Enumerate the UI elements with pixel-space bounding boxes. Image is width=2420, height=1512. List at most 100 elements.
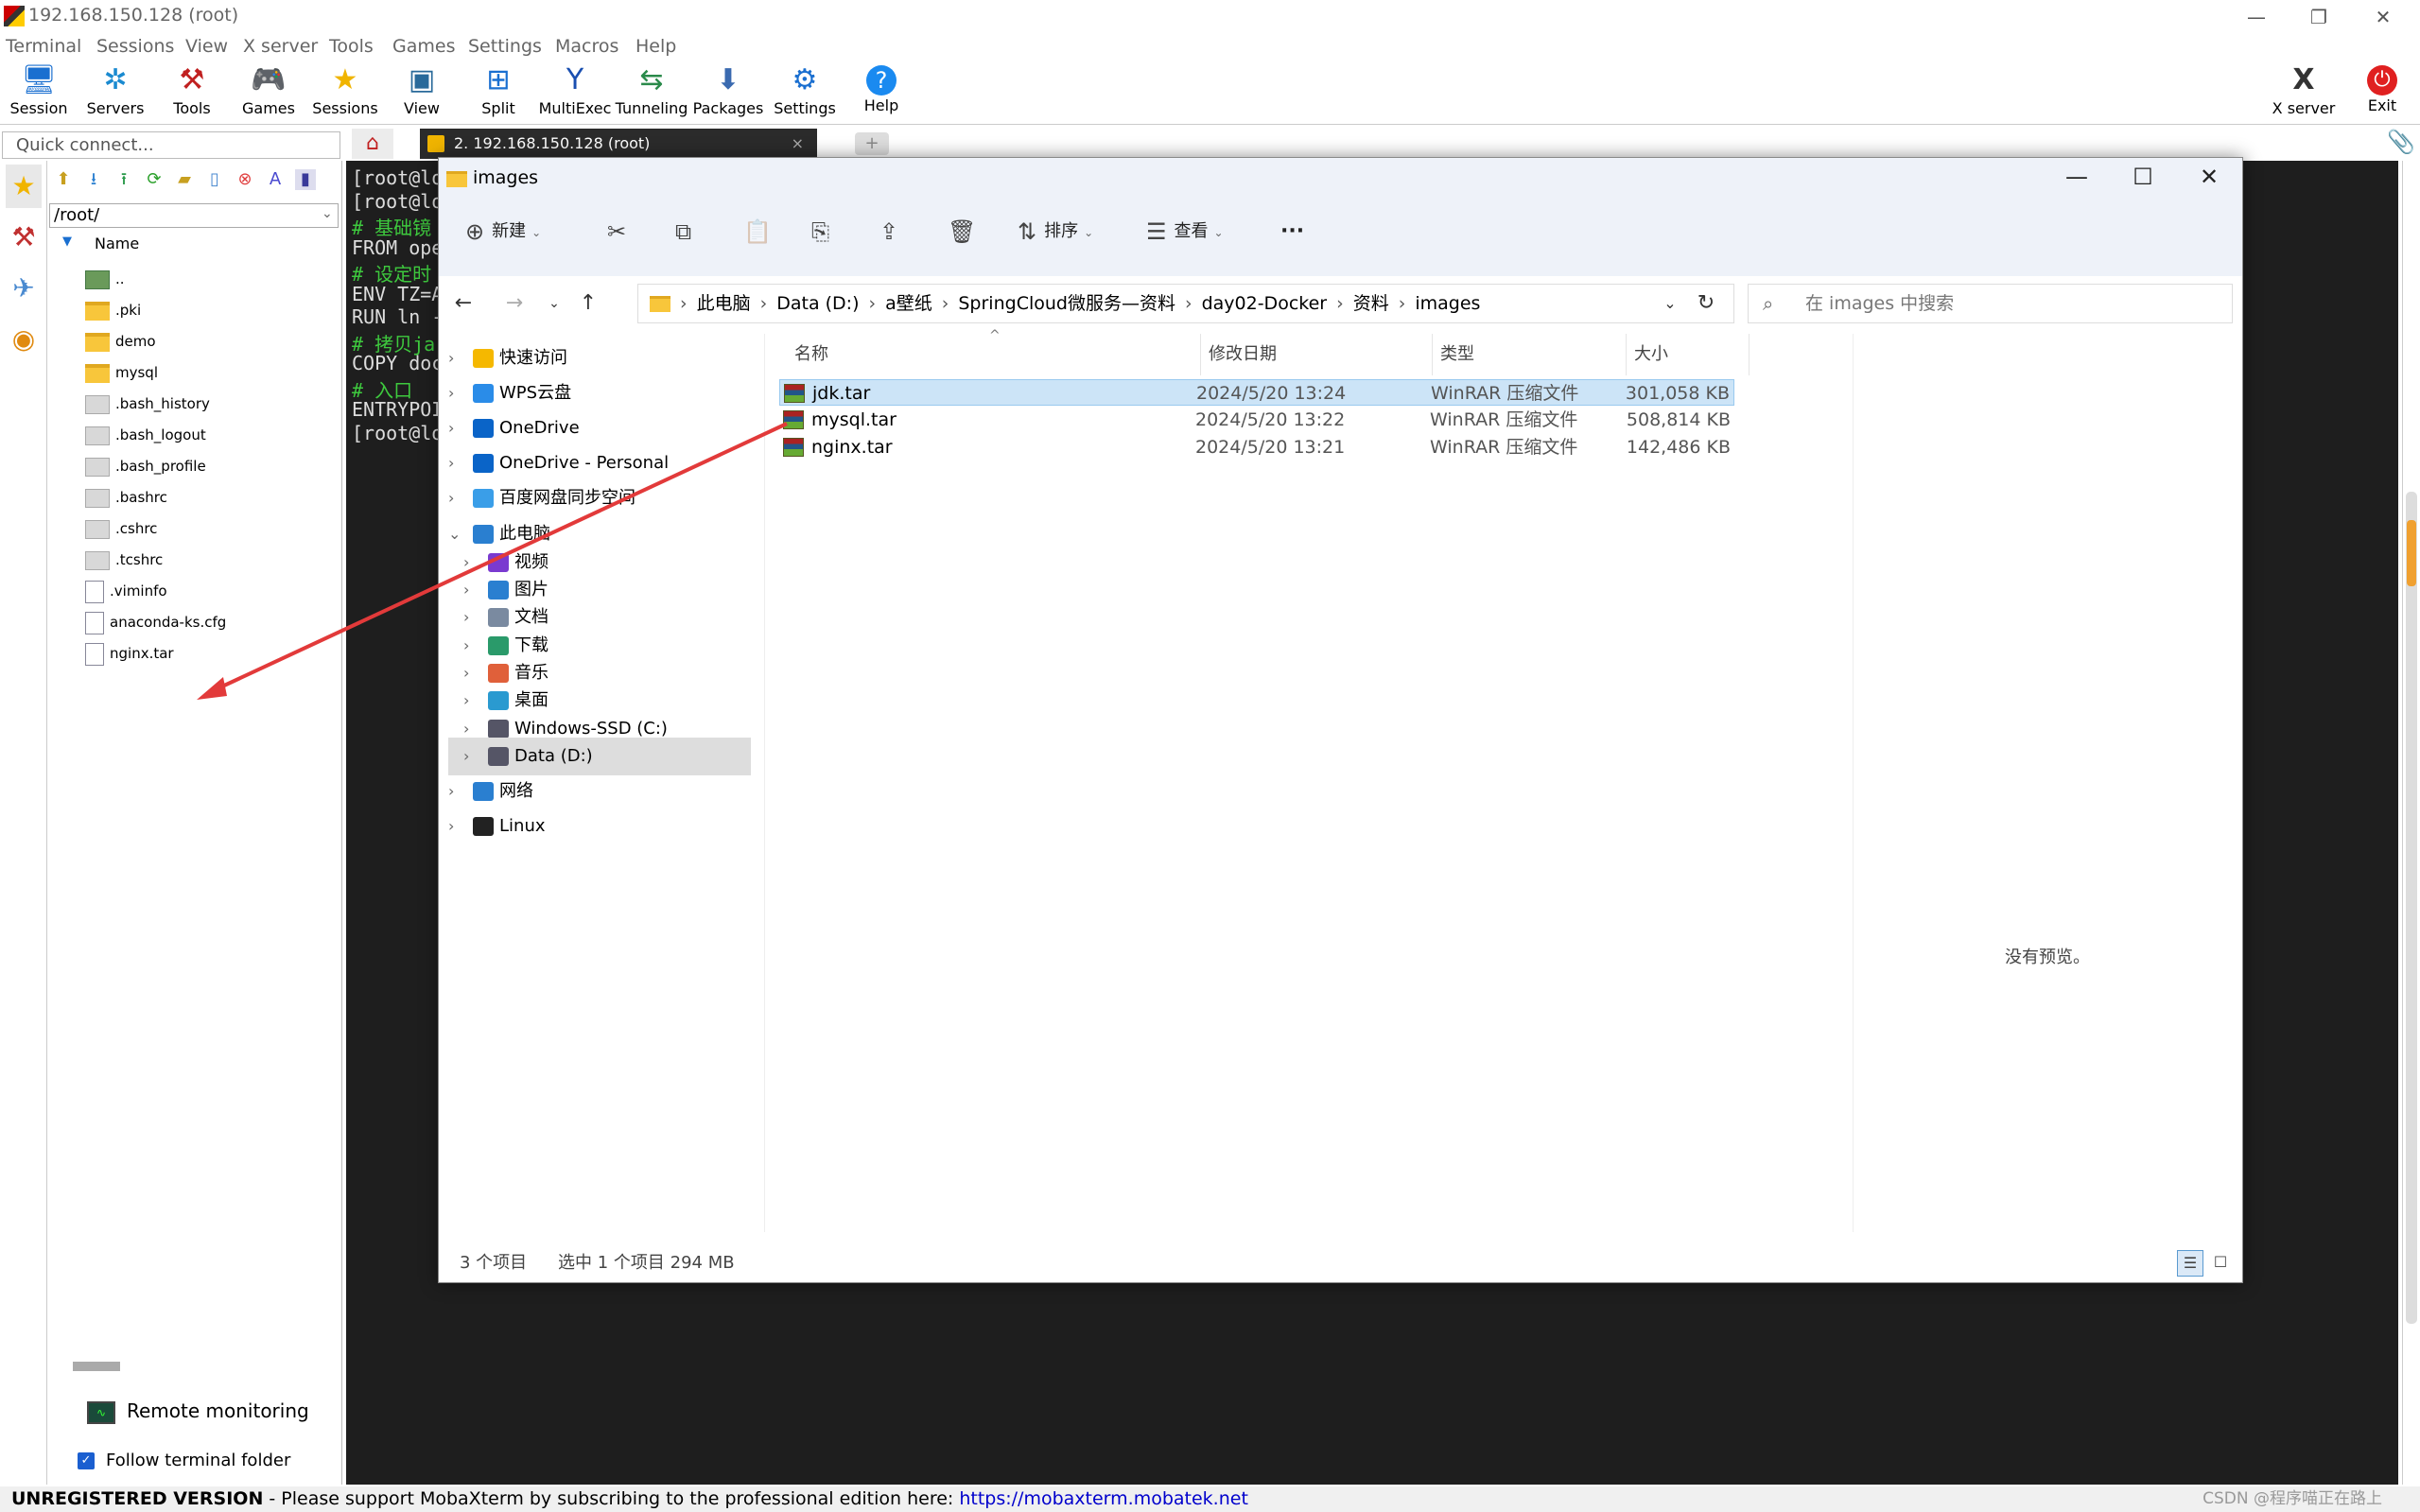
rename-button[interactable]: ⎘ — [811, 213, 837, 251]
sessions-button[interactable]: ★ Sessions — [306, 61, 384, 123]
file-row[interactable]: mysql.tar 2024/5/20 13:22 WinRAR 压缩文件 508,8… — [779, 407, 1734, 433]
breadcrumb-item[interactable]: a壁纸 — [885, 293, 932, 314]
copy-button[interactable]: ⧉ — [675, 213, 699, 251]
mobatek-link[interactable]: https://mobaxterm.mobatek.net — [959, 1488, 1248, 1509]
address-bar[interactable]: › 此电脑 › Data (D:) › a壁纸 › SpringCloud微服务—资料 › day… — [637, 284, 1734, 323]
home-tab[interactable]: ⌂ — [352, 129, 393, 159]
forward-arrow-icon[interactable]: → — [497, 287, 531, 321]
menu-xserver[interactable]: X server — [243, 34, 318, 59]
details-view-icon[interactable]: ☰ — [2177, 1250, 2203, 1277]
breadcrumb-separator-icon[interactable]: › — [869, 293, 877, 314]
chevron-right-icon[interactable]: › — [448, 374, 473, 412]
refresh-icon[interactable]: ↻ — [1689, 287, 1723, 321]
breadcrumb-item[interactable]: 此电脑 — [697, 293, 751, 314]
share-button[interactable]: ⇪ — [879, 213, 906, 251]
sessions-star-icon[interactable]: ★ — [6, 165, 42, 208]
chevron-down-icon[interactable]: ⌄ — [322, 206, 333, 221]
explorer-close-button[interactable]: ✕ — [2176, 158, 2242, 196]
terminal-scrollbar[interactable] — [2402, 161, 2420, 1485]
tools-button[interactable]: ⚒ Tools — [153, 61, 231, 123]
menu-sessions[interactable]: Sessions — [96, 34, 174, 59]
search-input[interactable]: 在 images 中搜索 — [1748, 284, 2233, 323]
view-button[interactable]: ☰ 查看 ⌄ — [1146, 213, 1224, 251]
follow-terminal-folder-checkbox[interactable]: ✓ Follow terminal folder — [78, 1447, 361, 1475]
menu-settings[interactable]: Settings — [468, 34, 542, 59]
sort-button[interactable]: ⇅ 排序 ⌄ — [1018, 213, 1093, 251]
menu-help[interactable]: Help — [635, 34, 676, 59]
nav-item[interactable]: › OneDrive - Personal — [448, 444, 751, 482]
menu-tools[interactable]: Tools — [329, 34, 374, 59]
remote-monitoring-button[interactable]: ∿ Remote monitoring — [87, 1390, 371, 1432]
file-item[interactable]: .viminfo — [85, 577, 331, 605]
send-side-icon[interactable]: ✈ — [6, 267, 42, 310]
attachment-icon[interactable]: 📎 — [2387, 129, 2415, 155]
settings-button[interactable]: ⚙ Settings — [766, 61, 844, 123]
sftp-side-icon[interactable]: ◉ — [6, 318, 42, 361]
breadcrumb-item[interactable]: Data (D:) — [776, 293, 859, 314]
breadcrumb-separator-icon[interactable]: › — [1399, 293, 1406, 314]
tiles-view-icon[interactable]: ☐ — [2207, 1250, 2234, 1277]
new-file-icon[interactable]: ▯ — [204, 169, 225, 190]
menu-terminal[interactable]: Terminal — [6, 34, 81, 59]
file-item[interactable]: .bash_profile — [85, 452, 331, 480]
download-icon[interactable]: ⭳ — [83, 169, 104, 190]
file-item[interactable]: demo — [85, 327, 331, 356]
breadcrumb-item[interactable]: images — [1415, 293, 1480, 314]
file-item[interactable]: .tcshrc — [85, 546, 331, 574]
restore-button[interactable]: ❐ — [2290, 2, 2347, 32]
breadcrumb-separator-icon[interactable]: › — [1336, 293, 1344, 314]
column-date[interactable]: 修改日期 — [1201, 334, 1433, 375]
file-item[interactable]: mysql — [85, 358, 331, 387]
rename-icon[interactable]: A — [265, 169, 286, 190]
name-column-header[interactable]: ▼ Name — [49, 235, 339, 257]
delete-icon[interactable]: ⊗ — [235, 169, 255, 190]
file-item[interactable]: .cshrc — [85, 514, 331, 543]
breadcrumb-separator-icon[interactable]: › — [942, 293, 949, 314]
file-row[interactable]: nginx.tar 2024/5/20 13:21 WinRAR 压缩文件 142,4… — [779, 434, 1734, 461]
exit-button[interactable]: ⏻ Exit — [2343, 61, 2420, 123]
chevron-right-icon[interactable]: › — [448, 808, 473, 845]
more-button[interactable]: ··· — [1280, 213, 1304, 251]
split-button[interactable]: ⊞ Split — [460, 61, 537, 123]
quick-connect-input[interactable]: Quick connect... — [2, 131, 340, 159]
file-item[interactable]: anaconda-ks.cfg — [85, 608, 331, 636]
upload-icon[interactable]: ⭱ — [113, 169, 134, 190]
breadcrumb-item[interactable]: day02-Docker — [1202, 293, 1328, 314]
tab-session-2[interactable]: 2. 192.168.150.128 (root) × — [420, 129, 817, 159]
file-item[interactable]: .bash_history — [85, 390, 331, 418]
file-item[interactable]: .bashrc — [85, 483, 331, 512]
multiexec-button[interactable]: Y MultiExec — [536, 61, 614, 123]
path-input[interactable]: /root/ — [49, 203, 339, 228]
xserver-button[interactable]: XX server — [2265, 61, 2342, 123]
breadcrumb-separator-icon[interactable]: › — [760, 293, 768, 314]
horizontal-scroll-thumb[interactable] — [73, 1362, 120, 1371]
nav-item[interactable]: › 快速访问 — [448, 339, 751, 377]
close-button[interactable]: ✕ — [2355, 2, 2411, 32]
tunneling-button[interactable]: ⇆ Tunneling — [613, 61, 690, 123]
tab-close-icon[interactable]: × — [792, 129, 804, 159]
servers-button[interactable]: ✲ Servers — [77, 61, 154, 123]
chevron-right-icon[interactable]: › — [448, 444, 473, 482]
menu-macros[interactable]: Macros — [555, 34, 618, 59]
explorer-minimize-button[interactable]: — — [2044, 158, 2110, 196]
help-button[interactable]: ? Help — [843, 61, 920, 123]
up-arrow-icon[interactable]: ↑ — [571, 287, 605, 321]
nav-item[interactable]: › Linux — [448, 808, 751, 845]
breadcrumb-separator-icon[interactable]: › — [1185, 293, 1193, 314]
games-button[interactable]: 🎮 Games — [230, 61, 307, 123]
menu-games[interactable]: Games — [392, 34, 455, 59]
paste-button[interactable]: 📋 — [743, 213, 779, 251]
packages-button[interactable]: ⬇ Packages — [689, 61, 767, 123]
chevron-right-icon[interactable]: › — [448, 339, 473, 377]
terminal-link-icon[interactable]: ▮ — [295, 169, 316, 190]
explorer-maximize-button[interactable]: ☐ — [2110, 158, 2176, 196]
delete-button[interactable]: 🗑 — [948, 213, 984, 251]
new-button[interactable]: ⊕ 新建 ⌄ — [465, 213, 541, 251]
recent-chevron-icon[interactable]: ⌄ — [537, 287, 571, 321]
minimize-button[interactable]: — — [2228, 2, 2285, 32]
scroll-thumb[interactable] — [2406, 492, 2417, 1324]
column-type[interactable]: 类型 — [1433, 334, 1627, 375]
nav-item[interactable]: › WPS云盘 — [448, 374, 751, 412]
breadcrumb-item[interactable]: 资料 — [1353, 293, 1389, 314]
file-item[interactable]: .bash_logout — [85, 421, 331, 449]
